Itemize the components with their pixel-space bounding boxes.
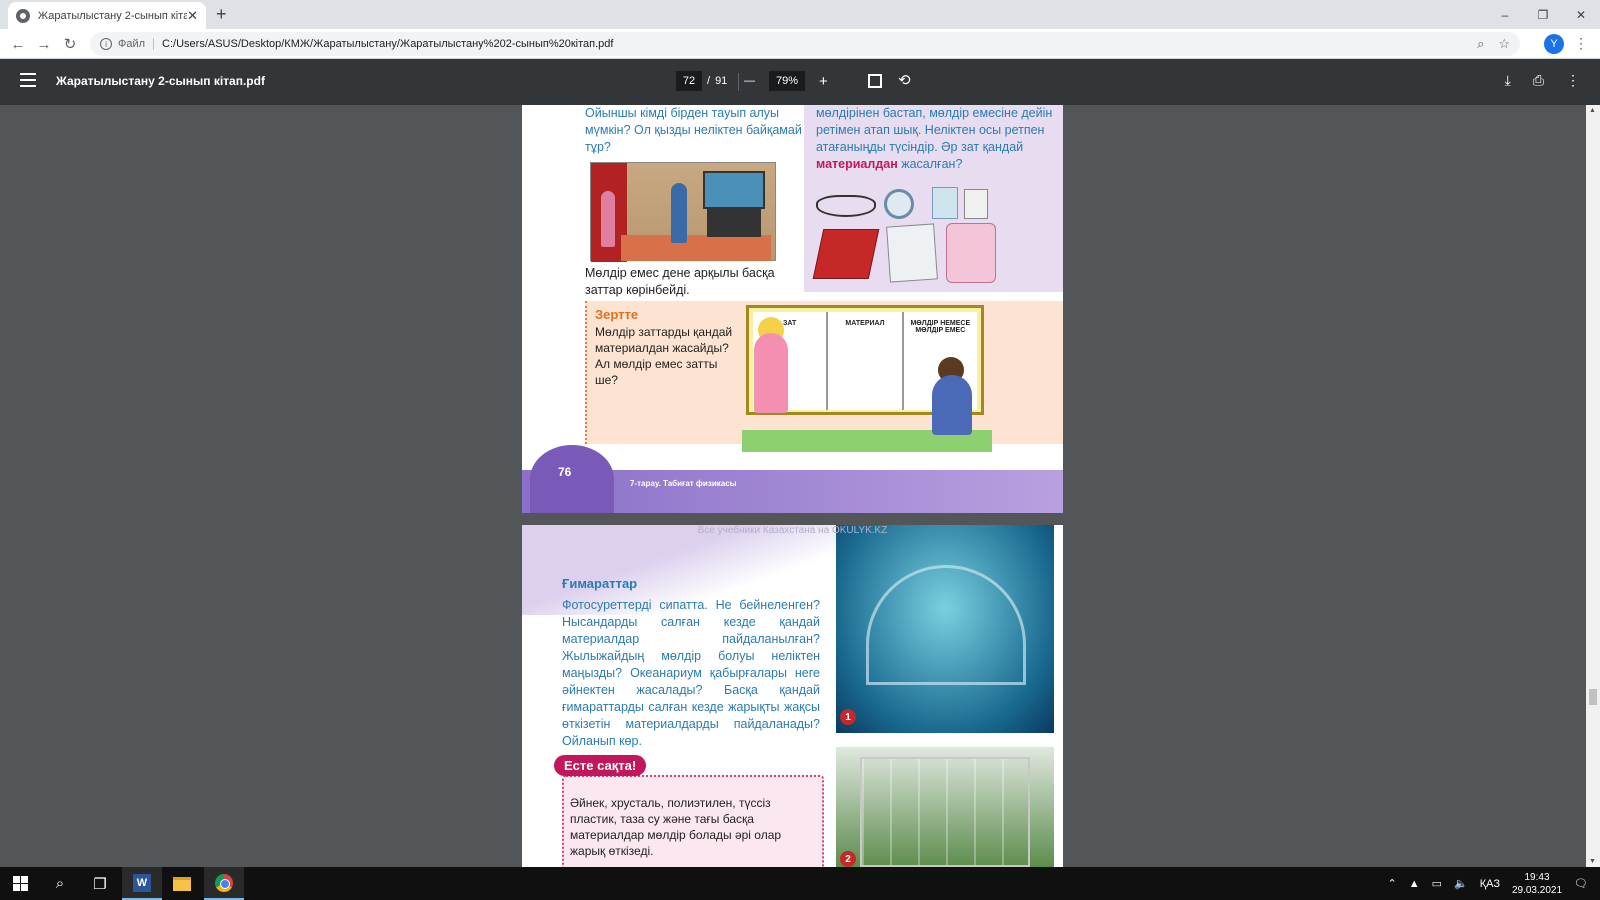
pdf-page-76: Ойыншы кімді бірден тауып алуы мүмкін? О…	[522, 105, 1063, 513]
zoom-search-icon[interactable]: ⌕	[1477, 36, 1484, 52]
page-number: 76	[558, 465, 572, 479]
zoom-in-button[interactable]: +	[819, 73, 828, 90]
total-pages: 91	[715, 75, 728, 87]
room-illustration	[590, 162, 776, 262]
rotate-icon[interactable]: ⟲	[898, 71, 911, 89]
more-options-icon[interactable]: ⋮	[1566, 72, 1580, 89]
windows-logo-icon	[12, 876, 28, 891]
zoom-input[interactable]: 79%	[769, 71, 805, 91]
window-controls: – ❐ ✕	[1486, 0, 1600, 29]
research-text: Мөлдір заттарды қандай материалдан жасай…	[595, 325, 733, 387]
tab-close-button[interactable]: ✕	[187, 8, 198, 24]
pdf-title: Жаратылыстану 2-сынып кітап.pdf	[56, 74, 265, 88]
chrome-menu-icon[interactable]: ⋮	[1574, 35, 1588, 52]
clock-date: 29.03.2021	[1511, 884, 1563, 896]
toolbar-divider	[738, 73, 739, 91]
network-icon[interactable]: ▲	[1409, 878, 1420, 890]
scroll-down-icon[interactable]: ▼	[1589, 858, 1596, 865]
clock-time: 19:43	[1524, 871, 1550, 883]
materials-question: мөлдірінен бастап, мөлдір емесіне дейін …	[816, 106, 1053, 171]
glass-cup-illustration	[932, 187, 958, 219]
photo-number-badge: 1	[840, 709, 856, 725]
pdf-toolbar: Жаратылыстану 2-сынып кітап.pdf 72 / 91 …	[0, 59, 1600, 105]
clock[interactable]: 19:43 29.03.2021	[1512, 871, 1562, 897]
objects-illustration	[812, 187, 1002, 287]
browser-tab[interactable]: Жаратылыстану 2-сынып кітап.pdf ✕	[8, 2, 206, 29]
start-button[interactable]	[0, 867, 40, 900]
oceanarium-photo: 1	[836, 525, 1054, 733]
pdf-viewer[interactable]: Ойыншы кімді бірден тауып алуы мүмкін? О…	[0, 105, 1586, 867]
watermark: Все учебники Казахстана на OKULYK.KZ	[697, 525, 888, 536]
search-icon[interactable]: ⌕	[40, 867, 80, 900]
minimize-button[interactable]: –	[1486, 0, 1524, 29]
folder-icon	[173, 876, 191, 891]
file-label: Файл	[118, 38, 155, 50]
browser-toolbar: ← → ↻ i Файл C:/Users/ASUS/Desktop/КМЖ/Ж…	[0, 29, 1600, 59]
page-number-badge	[530, 445, 614, 513]
paper-illustration	[886, 223, 938, 283]
task-view-icon[interactable]: ❐	[80, 867, 120, 900]
info-icon[interactable]: i	[100, 38, 112, 50]
remember-title: Есте сақта!	[554, 755, 647, 776]
battery-icon[interactable]: ▭	[1432, 877, 1442, 890]
caption-text: Мөлдір емес дене арқылы басқа заттар көр…	[585, 266, 775, 297]
materials-panel: мөлдірінен бастап, мөлдір емесіне дейін …	[804, 105, 1063, 292]
globe-icon	[16, 8, 30, 23]
back-button[interactable]: ←	[8, 34, 28, 54]
glasses-illustration	[816, 195, 876, 217]
chrome-icon	[215, 873, 233, 892]
windows-taskbar: ⌕ ❐ W ⌃ ▲ ▭ 🔈 ҚАЗ 19:43 29.03.2021 🗨	[0, 867, 1600, 900]
notifications-icon[interactable]: 🗨	[1574, 877, 1588, 890]
tab-title: Жаратылыстану 2-сынып кітап.pdf	[37, 9, 188, 22]
remember-text: Әйнек, хрусталь, полиэтилен, түссіз плас…	[570, 796, 782, 858]
restore-button[interactable]: ❐	[1524, 0, 1562, 29]
new-tab-button[interactable]: +	[216, 4, 227, 25]
plastic-cup-illustration	[964, 189, 988, 219]
magnifier-illustration	[884, 189, 914, 219]
zoom-controls: — 79% +	[744, 71, 828, 91]
profile-avatar[interactable]: Y	[1544, 34, 1564, 54]
url-text[interactable]: C:/Users/ASUS/Desktop/КМЖ/Жаратылыстану/…	[162, 38, 613, 50]
language-indicator[interactable]: ҚАЗ	[1480, 878, 1500, 890]
chapter-title: 7-тарау. Табиғат физикасы	[630, 479, 737, 488]
forward-button[interactable]: →	[34, 34, 54, 54]
photo-number-badge: 2	[840, 851, 856, 867]
page-separator: /	[707, 75, 711, 87]
word-icon: W	[133, 873, 151, 892]
board-column: МАТЕРИАЛ	[828, 312, 904, 410]
word-taskbar-button[interactable]: W	[122, 867, 162, 900]
download-icon[interactable]: ⤓	[1505, 72, 1511, 89]
girl-illustration	[754, 333, 788, 413]
section-body: Фотосуреттерді сипатта. Не бейнеленген? …	[562, 598, 820, 748]
section-heading: Ғимараттар	[562, 576, 638, 591]
page-selector: 72 / 91	[676, 71, 727, 91]
research-title: Зертте	[595, 307, 639, 322]
question-text: Ойыншы кімді бірден тауып алуы мүмкін? О…	[585, 106, 802, 154]
menu-icon[interactable]	[20, 73, 36, 87]
tab-strip: Жаратылыстану 2-сынып кітап.pdf ✕ + – ❐ …	[0, 0, 1600, 29]
print-icon[interactable]: ⎙	[1533, 72, 1544, 89]
bookmark-star-icon[interactable]: ☆	[1498, 36, 1510, 52]
show-hidden-icons-icon[interactable]: ⌃	[1387, 877, 1396, 890]
bag-illustration	[946, 223, 996, 283]
boy-illustration	[932, 375, 972, 435]
greenhouse-photo: 2	[836, 747, 1054, 867]
pdf-page-77: 1 2 Все учебники Казахстана на OKULYK.KZ…	[522, 525, 1063, 867]
chrome-taskbar-button[interactable]	[204, 867, 244, 900]
page-number-input[interactable]: 72	[676, 71, 702, 91]
zoom-out-button[interactable]: —	[744, 75, 755, 87]
scroll-up-icon[interactable]: ▲	[1589, 107, 1596, 114]
file-explorer-button[interactable]	[162, 867, 202, 900]
book-illustration	[812, 229, 880, 279]
system-tray: ⌃ ▲ ▭ 🔈 ҚАЗ 19:43 29.03.2021 🗨	[1387, 867, 1600, 900]
reload-button[interactable]: ↻	[60, 34, 80, 54]
window-close-button[interactable]: ✕	[1562, 0, 1600, 29]
vertical-scrollbar[interactable]: ▲ ▼	[1586, 105, 1600, 867]
scroll-thumb[interactable]	[1589, 689, 1597, 705]
fit-page-icon[interactable]	[868, 74, 882, 88]
address-bar[interactable]: i Файл C:/Users/ASUS/Desktop/КМЖ/Жаратыл…	[90, 32, 1520, 56]
highlight-word: материалдан	[816, 157, 898, 171]
research-box: Зертте Мөлдір заттарды қандай материалда…	[585, 301, 740, 444]
volume-icon[interactable]: 🔈	[1454, 877, 1468, 890]
